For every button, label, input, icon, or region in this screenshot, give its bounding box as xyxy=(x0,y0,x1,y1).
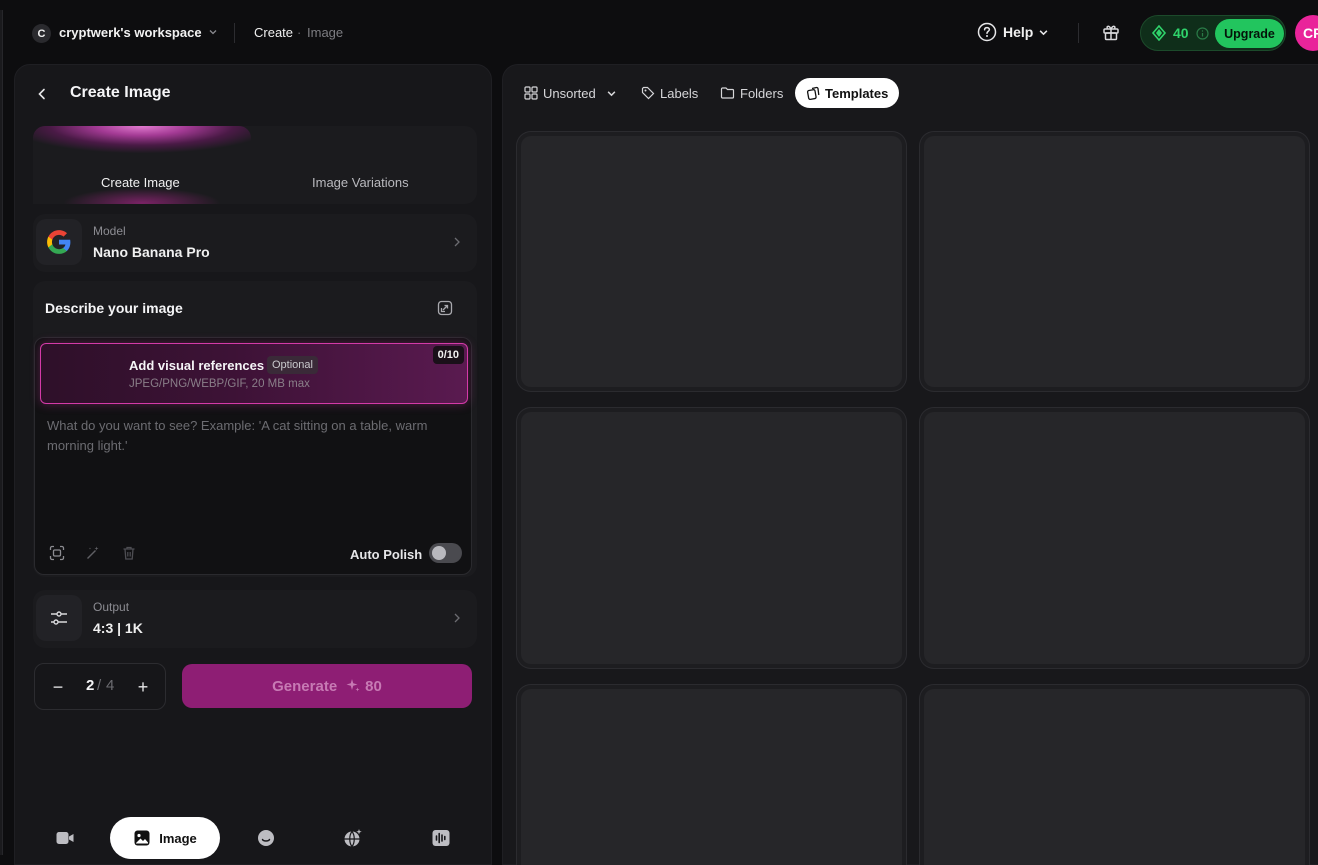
face-icon xyxy=(257,829,275,847)
tab-create-image-label: Create Image xyxy=(101,175,180,190)
breadcrumb-separator: · xyxy=(297,25,302,40)
prompt-box: Add visual references Optional JPEG/PNG/… xyxy=(34,337,472,575)
nav-video[interactable] xyxy=(54,817,76,859)
back-arrow-icon[interactable] xyxy=(34,86,50,102)
nav-image[interactable]: Image xyxy=(110,817,220,859)
filter-unsorted-label: Unsorted xyxy=(543,85,596,101)
model-value: Nano Banana Pro xyxy=(93,244,210,260)
credits-pill[interactable]: 40 Upgrade xyxy=(1140,15,1286,51)
scan-icon[interactable] xyxy=(49,545,65,561)
globe-sparkle-icon xyxy=(343,828,363,848)
prompt-input[interactable] xyxy=(47,416,457,486)
auto-polish-toggle[interactable] xyxy=(429,543,462,563)
mode-tabs: Create Image Image Variations xyxy=(33,126,477,204)
user-avatar[interactable]: CR xyxy=(1295,15,1318,51)
tab-image-variations[interactable]: Image Variations xyxy=(312,175,409,190)
filter-folders-label: Folders xyxy=(740,85,784,101)
model-selector[interactable]: Model Nano Banana Pro xyxy=(33,214,477,272)
references-title: Add visual references xyxy=(129,358,265,373)
help-button[interactable]: Help xyxy=(977,22,1048,42)
audio-wave-icon xyxy=(431,829,451,847)
model-label: Model xyxy=(93,224,126,238)
filter-unsorted[interactable]: Unsorted xyxy=(524,78,616,108)
divider xyxy=(234,23,235,43)
filter-labels[interactable]: Labels xyxy=(641,78,698,108)
generate-button[interactable]: Generate 80 xyxy=(182,664,472,708)
divider xyxy=(1078,23,1079,43)
tag-icon xyxy=(641,86,655,100)
decrement-button[interactable]: − xyxy=(47,676,69,698)
optional-badge: Optional xyxy=(267,356,318,374)
trash-icon[interactable] xyxy=(121,545,137,561)
references-count: 0/10 xyxy=(432,346,464,364)
credits-count: 40 xyxy=(1173,25,1189,41)
quantity-stepper: − 2 / 4 + xyxy=(34,663,166,710)
output-selector[interactable]: Output 4:3 | 1K xyxy=(33,590,477,648)
placeholder-tile xyxy=(521,689,902,865)
breadcrumb-create[interactable]: Create xyxy=(254,25,293,40)
grid-icon xyxy=(524,86,538,100)
folder-icon xyxy=(720,86,735,100)
quantity-max: 4 xyxy=(106,677,115,694)
help-circle-icon xyxy=(977,22,997,42)
left-rail-edge xyxy=(0,10,3,855)
placeholder-tile xyxy=(521,412,902,664)
magic-wand-icon[interactable] xyxy=(85,545,101,561)
placeholder-tile xyxy=(521,136,902,387)
quantity-separator: / xyxy=(97,677,102,694)
placeholder-tile xyxy=(924,689,1305,865)
filter-labels-label: Labels xyxy=(660,85,699,101)
toggle-knob xyxy=(432,546,446,560)
describe-title: Describe your image xyxy=(45,300,183,316)
generate-label: Generate xyxy=(272,677,338,695)
chevron-down-icon[interactable] xyxy=(209,28,217,36)
tab-create-image[interactable]: Create Image xyxy=(33,126,251,204)
chevron-down-icon xyxy=(1039,28,1048,37)
chevron-down-icon xyxy=(607,89,616,98)
workspace-avatar[interactable]: C xyxy=(32,24,51,43)
info-icon[interactable] xyxy=(1196,27,1209,40)
help-label: Help xyxy=(1003,24,1034,40)
nav-audio[interactable] xyxy=(430,817,452,859)
filter-folders[interactable]: Folders xyxy=(720,78,783,108)
template-icon xyxy=(806,86,820,100)
nav-world[interactable] xyxy=(342,817,364,859)
increment-button[interactable]: + xyxy=(132,676,154,698)
image-icon xyxy=(133,829,151,847)
sliders-icon xyxy=(36,595,82,641)
top-bar: C cryptwerk's workspace Create · Image H… xyxy=(0,0,1318,64)
visual-references-dropzone[interactable]: Add visual references Optional JPEG/PNG/… xyxy=(40,343,468,404)
breadcrumb-image: Image xyxy=(307,25,344,40)
workspace-name[interactable]: cryptwerk's workspace xyxy=(59,25,202,40)
gem-icon xyxy=(1151,25,1167,41)
placeholder-tile xyxy=(924,412,1305,664)
expand-icon[interactable] xyxy=(437,300,453,316)
output-label: Output xyxy=(93,600,130,614)
generate-cost: 80 xyxy=(365,677,382,695)
references-formats: JPEG/PNG/WEBP/GIF, 20 MB max xyxy=(129,378,310,390)
filter-templates[interactable]: Templates xyxy=(795,78,900,108)
upgrade-button[interactable]: Upgrade xyxy=(1215,19,1284,48)
quantity-value: 2 xyxy=(86,677,95,694)
placeholder-tile xyxy=(924,136,1305,387)
filter-templates-label: Templates xyxy=(825,85,889,101)
output-value: 4:3 | 1K xyxy=(93,620,143,636)
nav-image-label: Image xyxy=(159,830,197,846)
chevron-right-icon xyxy=(453,613,461,623)
nav-avatar[interactable] xyxy=(255,817,277,859)
panel-title: Create Image xyxy=(70,84,171,101)
auto-polish-label: Auto Polish xyxy=(350,547,423,562)
bottom-nav: Image xyxy=(14,817,492,865)
chevron-right-icon xyxy=(453,237,461,247)
gift-icon[interactable] xyxy=(1101,22,1121,42)
video-icon xyxy=(55,829,75,847)
describe-card: Describe your image Add visual reference… xyxy=(33,281,477,577)
google-logo-icon xyxy=(36,219,82,265)
sparkles-icon xyxy=(345,678,361,694)
